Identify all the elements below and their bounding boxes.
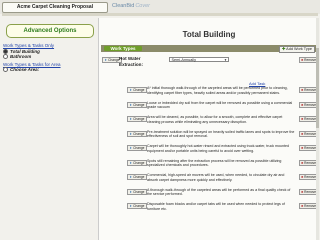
add-work-type-button[interactable]: ✚Add Work Type xyxy=(278,46,315,53)
work-types-bar: Work Types ✚Add Work Type xyxy=(101,45,317,53)
task-row: ⬆Change A* initial thorough walk-through … xyxy=(101,86,319,101)
work-type-row: ⬆Change Hot Water Extraction: Semi-Annua… xyxy=(101,56,319,70)
change-task-button[interactable]: ⬆Change xyxy=(127,145,147,151)
nav-item-choose-area[interactable]: Choose Area: xyxy=(3,67,97,73)
main-panel: Total Building Work Types ✚Add Work Type… xyxy=(98,18,319,240)
arrow-up-icon: ⬆ xyxy=(104,58,108,62)
task-description: Commercial, high-speed air movers will b… xyxy=(147,173,285,182)
work-type-name: Hot Water Extraction: xyxy=(119,56,143,67)
radio-icon[interactable] xyxy=(3,67,8,73)
change-task-button[interactable]: ⬆Change xyxy=(127,87,147,93)
change-task-button[interactable]: ⬆Change xyxy=(127,188,147,195)
app-logo: CleanBidCover xyxy=(112,3,150,9)
work-type-nav: Work Types & Tasks Only Total Building B… xyxy=(3,43,97,73)
advanced-options-button[interactable]: Advanced Options xyxy=(6,24,94,38)
top-bar: Acme Carpet Cleaning Proposal CleanBidCo… xyxy=(0,0,320,14)
task-description: Pre-treatment solution will be sprayed o… xyxy=(147,129,295,139)
task-row: ⬆Change Disposable foam blocks and/or car… xyxy=(101,202,319,217)
left-panel: Advanced Options Work Types & Tasks Only… xyxy=(0,18,98,240)
task-row: ⬆Change Pre-treatment solution will be sp… xyxy=(101,129,319,145)
change-task-button[interactable]: ⬆Change xyxy=(127,101,147,108)
arrow-up-icon: ⬆ xyxy=(129,204,133,208)
arrow-up-icon: ⬆ xyxy=(129,189,133,194)
nav-item-label: Bathroom xyxy=(10,54,32,59)
arrow-up-icon: ⬆ xyxy=(129,117,133,121)
chevron-down-icon: ▼ xyxy=(224,58,227,62)
arrow-up-icon: ⬆ xyxy=(129,102,133,107)
task-description: A thorough walk-through of the carpeted … xyxy=(147,187,291,197)
plus-icon: ✚ xyxy=(281,47,286,51)
arrow-up-icon: ⬆ xyxy=(129,146,133,150)
proposal-title-button[interactable]: Acme Carpet Cleaning Proposal xyxy=(2,2,108,13)
task-row: ⬆Change Commercial, high-speed air movers… xyxy=(101,173,319,188)
task-row: ⬆Change Area will be cleared, as possible… xyxy=(101,115,319,130)
task-row: ⬆Change Loose or imbedded dry soil from t… xyxy=(101,100,319,116)
task-list: ⬆Change A* initial thorough walk-through … xyxy=(101,86,319,217)
arrow-up-icon: ⬆ xyxy=(129,131,133,136)
task-description: Disposable foam blocks and/or carpet tab… xyxy=(147,202,285,211)
arrow-up-icon: ⬆ xyxy=(129,160,133,165)
change-task-button[interactable]: ⬆Change xyxy=(127,174,147,180)
nav-item-label: Choose Area: xyxy=(10,67,40,72)
arrow-up-icon: ⬆ xyxy=(129,88,133,92)
menu-bar xyxy=(2,13,318,16)
change-task-button[interactable]: ⬆Change xyxy=(127,130,147,137)
scrollbar-thumb[interactable] xyxy=(316,48,319,128)
task-description: A* initial thorough walk-through of the … xyxy=(147,86,288,95)
arrow-up-icon: ⬆ xyxy=(129,175,133,179)
task-description: Area will be cleared, as possible, to al… xyxy=(147,115,283,124)
task-description: Carpet will be thoroughly hot-water rins… xyxy=(147,144,290,153)
task-description: Loose or imbedded dry soil from the carp… xyxy=(147,100,293,110)
task-description: Spots still remaining after the extracti… xyxy=(147,158,282,168)
task-row: ⬆Change Carpet will be thoroughly hot-wat… xyxy=(101,144,319,159)
radio-selected-icon[interactable] xyxy=(3,48,8,54)
page-title: Total Building xyxy=(182,30,236,39)
change-task-button[interactable]: ⬆Change xyxy=(127,159,147,166)
change-task-button[interactable]: ⬆Change xyxy=(127,116,147,122)
work-types-label: Work Types xyxy=(104,46,142,51)
task-row: ⬆Change Spots still remaining after the e… xyxy=(101,158,319,174)
frequency-select[interactable]: Semi-Annually ▼ xyxy=(169,57,229,62)
radio-icon[interactable] xyxy=(3,54,8,60)
change-task-button[interactable]: ⬆Change xyxy=(127,203,147,209)
task-row: ⬆Change A thorough walk-through of the ca… xyxy=(101,187,319,203)
scrollbar[interactable] xyxy=(316,18,319,240)
